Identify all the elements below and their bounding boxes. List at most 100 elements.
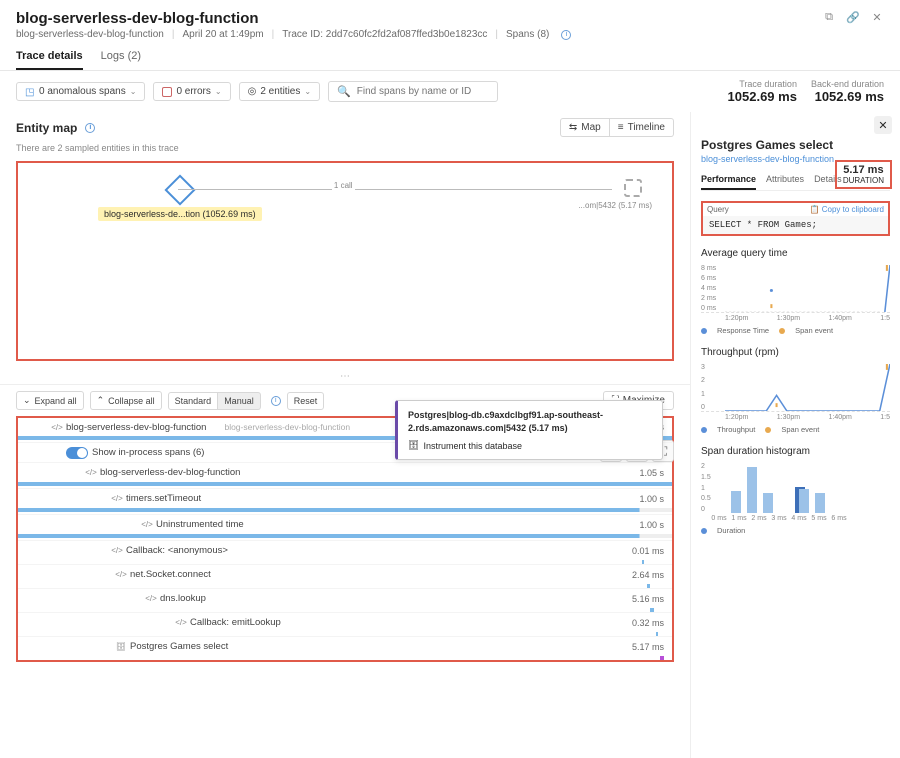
entity-tooltip: Postgres|blog-db.c9axdclbgf91.ap-southea… — [395, 400, 663, 460]
search-icon: 🔍 — [337, 85, 351, 98]
details-panel: ✕ Postgres Games select blog-serverless-… — [690, 112, 900, 758]
page-title: blog-serverless-dev-blog-function — [16, 10, 571, 27]
span-bar — [18, 508, 672, 512]
tab-logs[interactable]: Logs (2) — [101, 50, 141, 70]
histogram-title: Span duration histogram — [701, 446, 890, 457]
entity-map-canvas[interactable]: blog-serverless-de...tion (1052.69 ms) 1… — [16, 161, 674, 361]
tab-attributes[interactable]: Attributes — [766, 174, 804, 190]
search-input[interactable] — [357, 86, 489, 97]
manual-button[interactable]: Manual — [218, 392, 261, 410]
span-row[interactable]: </> timers.setTimeout 1.00 s — [18, 488, 672, 508]
database-icon: 🗄 — [116, 642, 126, 652]
span-name: blog-serverless-dev-blog-function — [66, 422, 206, 433]
node2-label: ...om|5432 (5.17 ms) — [578, 201, 652, 210]
info-icon[interactable]: i — [85, 123, 95, 133]
anomalous-spans-button[interactable]: ◳0 anomalous spans⌄ — [16, 82, 145, 101]
span-name: timers.setTimeout — [126, 493, 201, 504]
resize-handle[interactable]: ⋯ — [0, 369, 690, 384]
span-row[interactable]: 🗄 Postgres Games select 5.17 ms — [18, 636, 672, 656]
info-icon[interactable]: i — [271, 396, 281, 406]
close-icon[interactable]: ✕ — [870, 10, 884, 24]
duration-badge: 5.17 ms DURATION — [835, 160, 892, 189]
span-row[interactable]: </> Callback: <anonymous> 0.01 ms — [18, 540, 672, 560]
tooltip-title: Postgres|blog-db.c9axdclbgf91.ap-southea… — [408, 409, 652, 434]
span-duration: 0.01 ms — [602, 546, 672, 556]
code-icon: </> — [116, 570, 126, 580]
histogram-chart — [701, 463, 890, 513]
node1-label: blog-serverless-de...tion (1052.69 ms) — [98, 207, 262, 221]
code-icon: </> — [112, 546, 122, 556]
span-duration: 2.64 ms — [602, 570, 672, 580]
span-name: Callback: emitLookup — [190, 617, 281, 628]
span-name: Show in-process spans (6) — [92, 447, 204, 458]
instrument-db-link[interactable]: 🗄 Instrument this database — [408, 440, 652, 451]
throughput-title: Throughput (rpm) — [701, 347, 890, 358]
avg-query-chart: 8 ms6 ms4 ms2 ms0 ms — [701, 265, 890, 313]
entity-edge — [178, 189, 612, 190]
link-icon[interactable]: 🔗 — [846, 10, 860, 24]
toggle-switch[interactable] — [66, 447, 88, 459]
trace-id: Trace ID: 2dd7c60fc2fd2af087ffed3b0e1823… — [282, 29, 487, 40]
collapse-all-button[interactable]: ⌃Collapse all — [90, 391, 162, 410]
span-bar — [18, 656, 672, 660]
database-icon: 🗄 — [408, 440, 419, 451]
span-name: dns.lookup — [160, 593, 206, 604]
header: blog-serverless-dev-blog-function blog-s… — [0, 0, 900, 40]
info-icon[interactable]: i — [561, 30, 571, 40]
tab-performance[interactable]: Performance — [701, 174, 756, 190]
panel-close-button[interactable]: ✕ — [874, 116, 892, 134]
span-bar — [18, 534, 672, 538]
toolbar: ◳0 anomalous spans⌄ 0 errors⌄ ◎2 entitie… — [0, 71, 900, 112]
errors-button[interactable]: 0 errors⌄ — [153, 82, 230, 101]
query-box: Query 📋 Copy to clipboard SELECT * FROM … — [701, 201, 890, 236]
code-icon: </> — [86, 468, 96, 478]
panel-title: Postgres Games select — [701, 138, 890, 152]
entity-map-subtitle: There are 2 sampled entities in this tra… — [0, 143, 690, 153]
code-icon: </> — [176, 618, 186, 628]
span-duration: 1.00 s — [602, 520, 672, 530]
expand-all-button[interactable]: ⌄Expand all — [16, 391, 84, 410]
header-meta: blog-serverless-dev-blog-function | Apri… — [16, 29, 571, 40]
header-subtitle: blog-serverless-dev-blog-function — [16, 29, 164, 40]
entity-node-1[interactable]: blog-serverless-de...tion (1052.69 ms) — [98, 179, 262, 221]
call-count-label: 1 call — [332, 181, 355, 190]
span-row[interactable]: </> Uninstrumented time 1.00 s — [18, 514, 672, 534]
timeline-button[interactable]: ≡Timeline — [610, 118, 674, 137]
throughput-chart: 3210 — [701, 364, 890, 412]
span-bar — [18, 482, 672, 486]
entity-node-2[interactable] — [624, 179, 642, 197]
code-icon: </> — [142, 520, 152, 530]
standard-button[interactable]: Standard — [168, 392, 219, 410]
span-row[interactable]: </>dns.lookup5.16 ms — [18, 588, 672, 608]
span-duration: 1.00 s — [602, 494, 672, 504]
hexagon-icon — [164, 174, 195, 205]
entities-button[interactable]: ◎2 entities⌄ — [239, 82, 320, 101]
query-text: SELECT * FROM Games; — [703, 216, 888, 234]
span-name: Callback: <anonymous> — [126, 545, 228, 556]
span-duration: 5.17 ms — [602, 642, 672, 652]
main-tabs: Trace details Logs (2) — [0, 40, 900, 71]
trace-duration-metric: Trace duration 1052.69 ms — [728, 79, 797, 104]
span-name: Postgres Games select — [130, 641, 228, 652]
span-name: net.Socket.connect — [130, 569, 211, 580]
span-duration: 0.32 ms — [602, 618, 672, 628]
tab-trace-details[interactable]: Trace details — [16, 50, 83, 70]
map-button[interactable]: ⇆Map — [560, 118, 610, 137]
copy-to-clipboard-link[interactable]: 📋 Copy to clipboard — [810, 205, 884, 214]
span-row[interactable]: </> net.Socket.connect 2.64 ms — [18, 564, 672, 584]
span-name: Uninstrumented time — [156, 519, 244, 530]
code-icon: </> — [146, 594, 156, 604]
backend-duration-metric: Back-end duration 1052.69 ms — [811, 79, 884, 104]
entity-map-title: Entity map i — [16, 121, 95, 135]
copy-icon[interactable]: ⧉ — [822, 10, 836, 24]
span-name: blog-serverless-dev-blog-function — [100, 467, 240, 478]
avg-query-title: Average query time — [701, 248, 890, 259]
reset-button[interactable]: Reset — [287, 392, 325, 410]
search-input-wrapper[interactable]: 🔍 — [328, 81, 498, 102]
header-date: April 20 at 1:49pm — [182, 29, 263, 40]
code-icon: </> — [112, 494, 122, 504]
span-row[interactable]: </> blog-serverless-dev-blog-function 1.05… — [18, 462, 672, 482]
span-row[interactable]: </> Callback: emitLookup 0.32 ms — [18, 612, 672, 632]
span-duration: 1.05 s — [602, 468, 672, 478]
code-icon: </> — [52, 422, 62, 432]
